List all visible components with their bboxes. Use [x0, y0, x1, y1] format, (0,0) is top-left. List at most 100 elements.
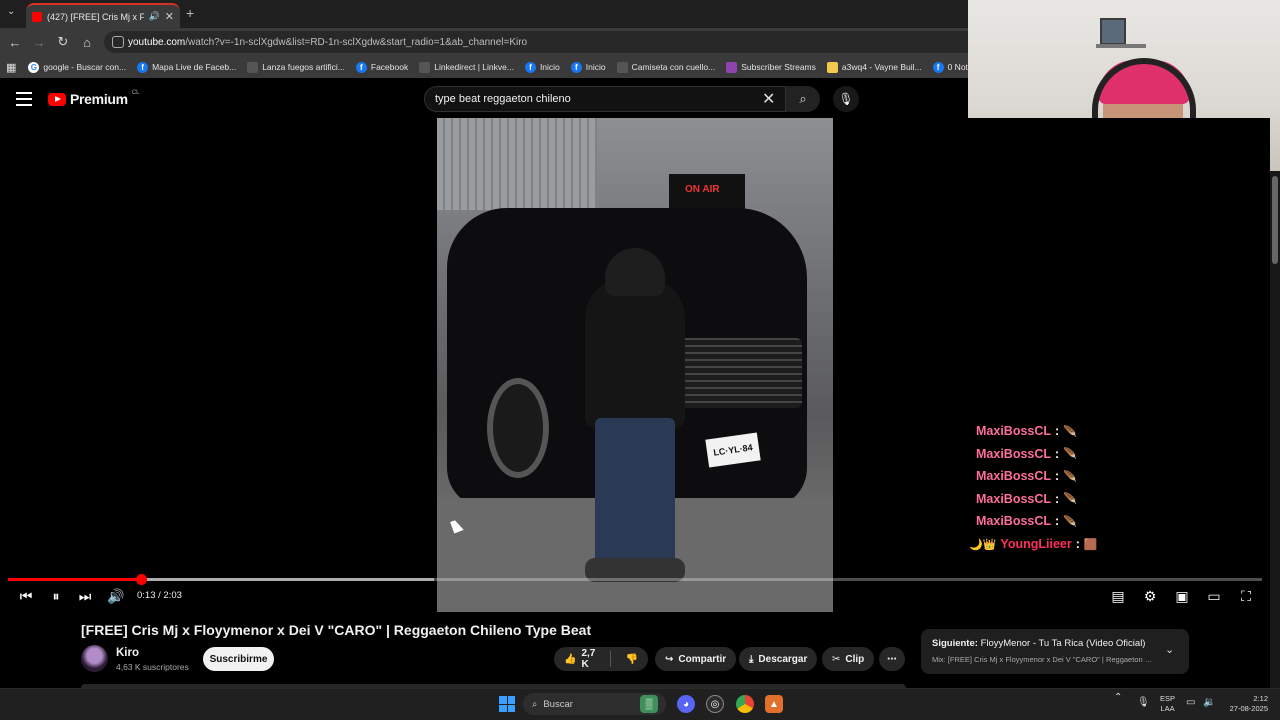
bookmark-favicon-icon: G	[28, 61, 40, 73]
bookmark-item[interactable]: Camiseta con cuello...	[616, 61, 715, 73]
chat-badge-icon: 🌙👑	[969, 538, 997, 551]
region-code: CL	[131, 90, 140, 96]
browser-tab-active[interactable]: (427) [FREE] Cris Mj x Floyy 🔊 ✕	[26, 3, 180, 28]
scissors-icon: ✂	[832, 653, 841, 665]
video-frame[interactable]: ON AIR LC·YL·84	[437, 118, 833, 612]
bookmark-item[interactable]: f Inicio	[570, 61, 606, 73]
address-bar[interactable]: youtube.com/watch?v=-1n-sclXgdw&list=RD-…	[104, 31, 968, 53]
up-next-prefix: Siguiente:	[932, 638, 978, 649]
speaker-tray-icon[interactable]: 🔉	[1203, 697, 1215, 708]
chat-emote-icon: 🪶	[1063, 470, 1077, 483]
download-button[interactable]: ⤓ Descargar	[739, 647, 818, 671]
bookmark-item[interactable]: f Mapa Live de Faceb...	[137, 61, 237, 73]
bookmark-item[interactable]: a3wq4 - Vayne Buil...	[826, 61, 922, 73]
chevron-down-icon[interactable]: ⌄	[1165, 643, 1174, 656]
microphone-tray-icon[interactable]: 🎙	[1137, 697, 1150, 708]
bookmark-item[interactable]: Lanza fuegos artifici...	[247, 61, 345, 73]
discord-icon[interactable]: ◕	[677, 695, 695, 713]
site-info-icon[interactable]	[112, 36, 124, 48]
pause-icon[interactable]: ⏸	[47, 586, 65, 606]
up-next-title[interactable]: Siguiente: FloyyMenor - Tu Ta Rica (Vide…	[932, 638, 1145, 649]
chat-username: MaxiBossCL	[976, 424, 1052, 438]
bookmark-favicon-icon: f	[932, 61, 944, 73]
progress-scrubber-handle[interactable]	[135, 574, 147, 585]
bookmark-favicon-icon: f	[524, 61, 536, 73]
channel-avatar[interactable]	[81, 645, 108, 672]
chat-username: MaxiBossCL	[976, 491, 1052, 506]
bookmarks-bar: ▦ Ggoogle - Buscar con... f Mapa Live de F…	[0, 56, 968, 78]
chat-separator: :	[1055, 514, 1060, 529]
bookmark-favicon-icon	[616, 61, 628, 73]
search-icon: ⌕	[532, 698, 538, 710]
subtitles-icon[interactable]: ▤	[1109, 586, 1127, 606]
home-icon[interactable]: ⌂	[75, 35, 99, 50]
channel-name[interactable]: Kiro	[116, 647, 139, 659]
bookmark-item[interactable]: Subscriber Streams	[726, 61, 816, 73]
miniplayer-icon[interactable]: ▣	[1173, 586, 1191, 606]
bookmark-favicon-icon	[826, 61, 838, 73]
bookmark-favicon-icon	[726, 61, 738, 73]
bookmark-label: Inicio	[539, 62, 560, 72]
bookmark-label: google - Buscar con...	[43, 62, 127, 72]
scrollbar-thumb[interactable]	[1272, 176, 1278, 264]
taskbar-widget-icon[interactable]: ▒	[640, 695, 658, 713]
next-icon[interactable]: ⏭	[76, 586, 94, 606]
close-tab-icon[interactable]: ✕	[165, 10, 174, 23]
previous-icon[interactable]: ⏮	[17, 586, 35, 606]
chat-emote-icon: 🟫	[1083, 538, 1098, 551]
forward-arrow-icon[interactable]: →	[27, 35, 51, 50]
bookmark-item[interactable]: f Inicio	[524, 61, 560, 73]
url-host: youtube.com	[128, 36, 186, 48]
like-button[interactable]: 👍 2,7 K	[554, 647, 605, 671]
thumbs-up-icon: 👍	[564, 653, 577, 665]
new-tab-plus-icon[interactable]: +	[186, 5, 194, 21]
chat-emote-icon: 🪶	[1063, 425, 1077, 438]
chrome-icon[interactable]	[736, 695, 754, 713]
dislike-button[interactable]: 👎	[616, 647, 648, 671]
bookmark-item[interactable]: Linkedirect | Linkve...	[419, 61, 514, 73]
up-next-video-title: FloyyMenor - Tu Ta Rica (Video Oficial)	[980, 638, 1146, 649]
taskbar-clock[interactable]: 2:12 27-08-2025	[1220, 694, 1268, 714]
speaker-icon[interactable]: 🔊	[149, 11, 160, 22]
tray-chevron-up-icon[interactable]: ⌃	[1114, 692, 1122, 703]
bookmark-favicon-icon: f	[137, 61, 149, 73]
app-orange-icon[interactable]: ▲	[765, 695, 783, 713]
chat-username: YoungLiieer	[1000, 537, 1072, 551]
bookmark-label: Inicio	[585, 62, 606, 72]
like-dislike-group: 👍 2,7 K 👎	[554, 647, 648, 671]
obs-icon[interactable]: ◎	[706, 695, 724, 713]
youtube-play-logo-icon	[48, 92, 66, 106]
bookmark-label: Lanza fuegos artifici...	[262, 62, 345, 72]
search-input[interactable]: type beat reggaeton chileno	[424, 86, 786, 112]
voice-search-button[interactable]: 🎙	[833, 86, 859, 112]
theater-mode-icon[interactable]: ▭	[1205, 586, 1223, 606]
subscriber-count: 4,63 K suscriptores	[116, 662, 189, 672]
settings-gear-icon[interactable]: ⚙	[1141, 586, 1159, 606]
up-next-card[interactable]	[921, 629, 1189, 674]
bookmark-favicon-icon	[247, 61, 259, 73]
input-language[interactable]: ESP LAA	[1160, 694, 1175, 714]
bookmark-item[interactable]: f0 Notificaciones	[932, 61, 968, 73]
apps-grid-icon[interactable]: ▦	[6, 61, 16, 74]
bookmark-label: Subscriber Streams	[741, 62, 816, 72]
chat-message: MaxiBossCL: 🪶	[976, 424, 1077, 438]
more-actions-button[interactable]: ⋯	[879, 647, 905, 671]
fullscreen-icon[interactable]: ⛶	[1237, 586, 1255, 606]
windows-start-icon[interactable]	[499, 696, 515, 712]
youtube-premium-logo[interactable]: Premium CL	[48, 90, 140, 107]
tab-search-chevron-icon[interactable]: ⌄	[7, 6, 15, 17]
search-button[interactable]: ⌕	[786, 86, 820, 112]
clear-search-icon[interactable]: ✕	[762, 89, 775, 109]
bookmark-item[interactable]: Ggoogle - Buscar con...	[28, 61, 127, 73]
volume-icon[interactable]: 🔊	[107, 586, 125, 606]
hamburger-menu-icon[interactable]	[16, 92, 32, 106]
bookmark-label: Mapa Live de Faceb...	[152, 62, 237, 72]
share-button[interactable]: ↪ Compartir	[655, 647, 737, 671]
back-arrow-icon[interactable]: ←	[3, 35, 27, 50]
clip-button[interactable]: ✂ Clip	[822, 647, 875, 671]
subscribe-button[interactable]: Suscribirme	[203, 647, 274, 671]
bookmark-item[interactable]: f Facebook	[355, 61, 408, 73]
network-icon[interactable]: ▭	[1186, 697, 1195, 708]
chat-username: MaxiBossCL	[976, 446, 1052, 461]
reload-icon[interactable]: ↻	[51, 34, 75, 50]
